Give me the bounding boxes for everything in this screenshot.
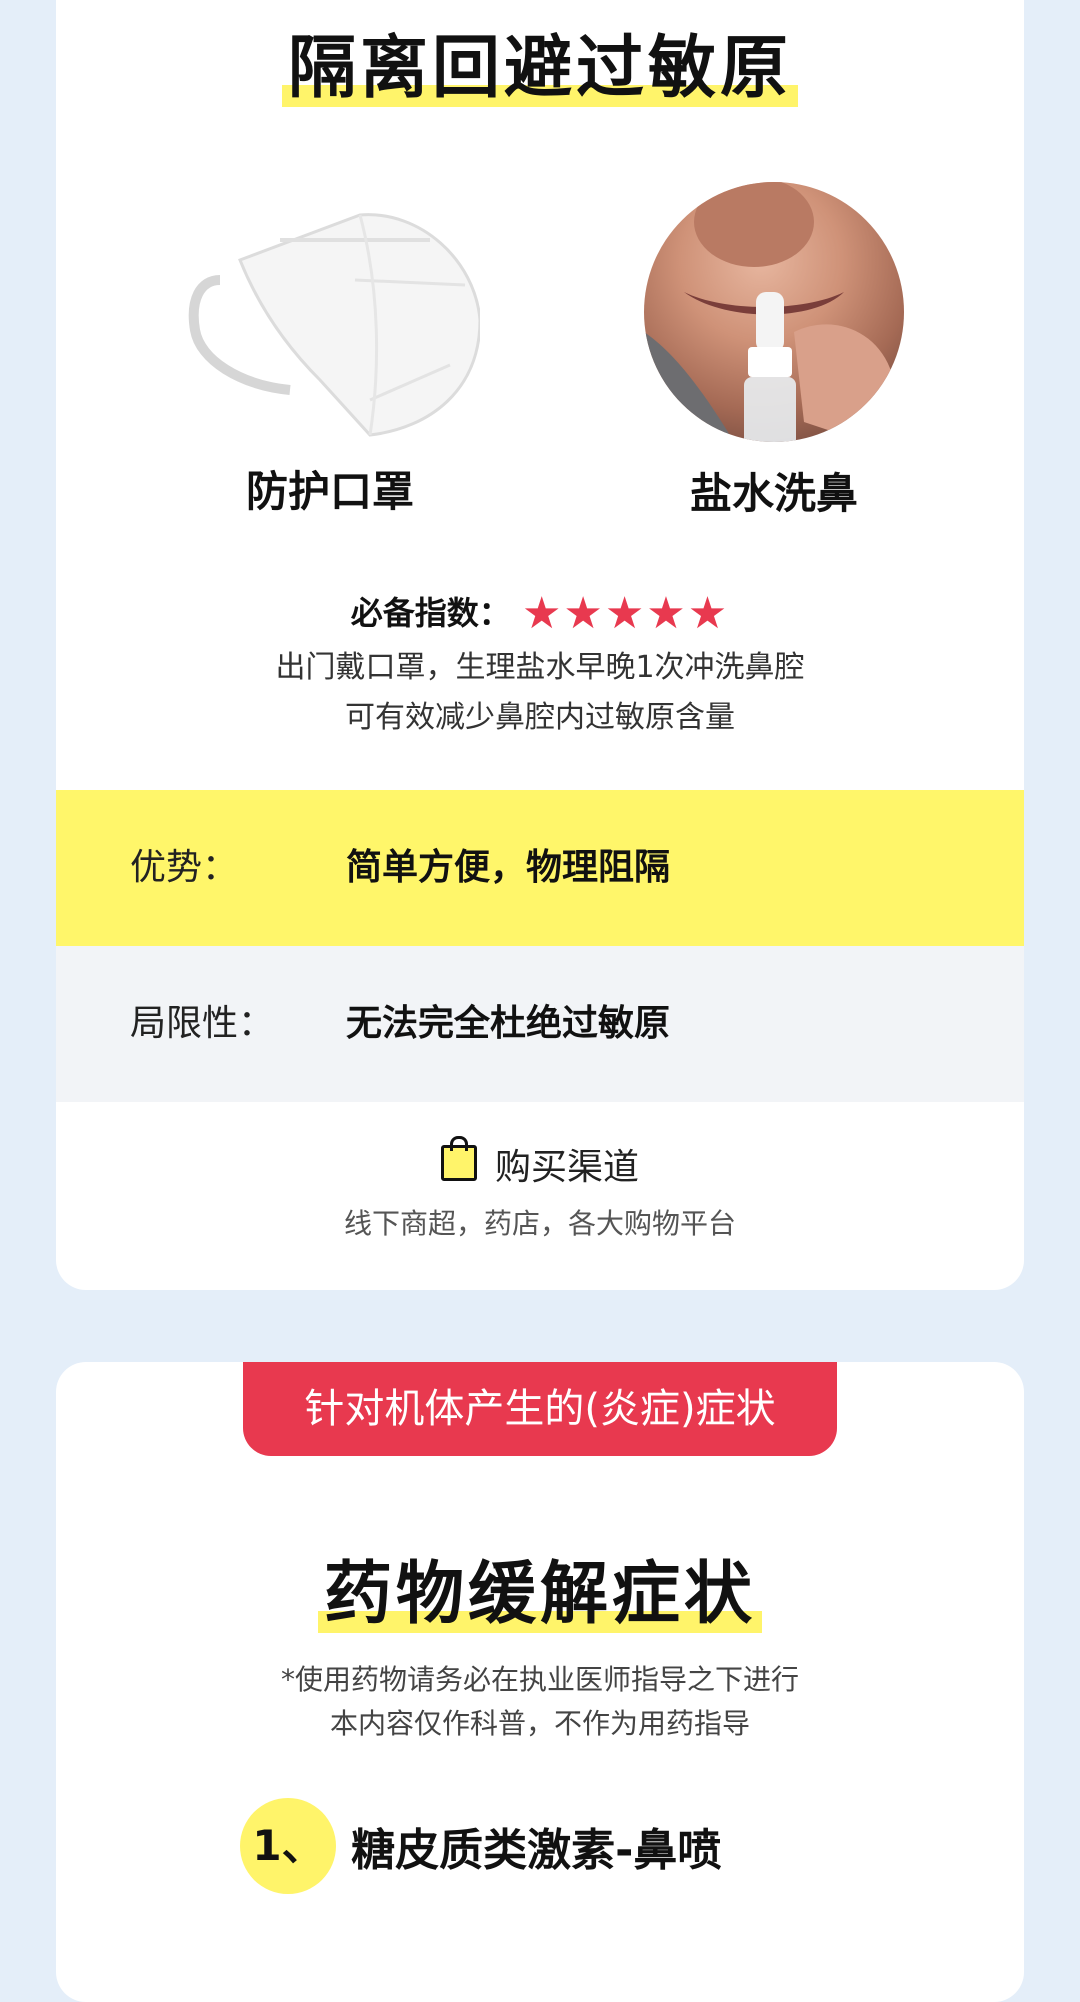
item-number: 1、 xyxy=(240,1798,336,1894)
nasal-spray-photo xyxy=(644,182,904,442)
description-line: 可有效减少鼻腔内过敏原含量 xyxy=(345,700,735,735)
advantage-value: 简单方便，物理阻隔 xyxy=(346,847,671,888)
disclaimer-line: 本内容仅作科普，不作为用药指导 xyxy=(329,1707,750,1740)
drug-item[interactable]: 1、 糖皮质类激素-鼻喷 xyxy=(240,1798,721,1894)
purchase-channels-text: 线下商超，药店，各大购物平台 xyxy=(343,1207,736,1240)
limitation-value: 无法完全杜绝过敏原 xyxy=(346,1003,671,1044)
shopping-bag-icon xyxy=(440,1136,477,1181)
essential-rating: 必备指数： ★★★★★ xyxy=(56,588,1024,639)
description-line: 出门戴口罩，生理盐水早晚1次冲洗鼻腔 xyxy=(275,650,805,685)
section-title: 药物缓解症状 xyxy=(317,1538,763,1637)
product-nasal-wash[interactable]: 盐水洗鼻 xyxy=(604,182,944,521)
face-mask-image xyxy=(180,170,482,440)
limitation-key: 局限性： xyxy=(130,1003,275,1044)
limitation-row: 局限性： 无法完全杜绝过敏原 xyxy=(56,946,1024,1102)
disclaimer-line: *使用药物请务必在执业医师指导之下进行 xyxy=(280,1663,799,1696)
purchase-title: 购买渠道 xyxy=(494,1147,639,1188)
advantage-row: 优势： 简单方便，物理阻隔 xyxy=(56,790,1024,946)
rating-label: 必备指数： xyxy=(350,594,511,632)
section-title: 隔离回避过敏原 xyxy=(281,12,799,111)
symptom-tag: 针对机体产生的(炎症)症状 xyxy=(243,1362,837,1456)
product-label: 盐水洗鼻 xyxy=(689,469,858,518)
product-mask[interactable]: 防护口罩 xyxy=(160,170,500,519)
star-rating-icon: ★★★★★ xyxy=(521,588,730,639)
item-name: 糖皮质类激素-鼻喷 xyxy=(351,1825,722,1876)
allergen-avoidance-card: 隔离回避过敏原 防护口罩 盐水洗鼻 必备指数： ★★★★★ 出门戴口罩，生理盐水… xyxy=(56,0,1024,1290)
product-label: 防护口罩 xyxy=(245,467,414,516)
description: 出门戴口罩，生理盐水早晚1次冲洗鼻腔 可有效减少鼻腔内过敏原含量 xyxy=(56,643,1024,743)
medication-card: 针对机体产生的(炎症)症状 药物缓解症状 *使用药物请务必在执业医师指导之下进行… xyxy=(56,1362,1024,2002)
medication-disclaimer: *使用药物请务必在执业医师指导之下进行 本内容仅作科普，不作为用药指导 xyxy=(56,1658,1024,1746)
purchase-channels[interactable]: 购买渠道 线下商超，药店，各大购物平台 xyxy=(56,1136,1024,1242)
advantage-key: 优势： xyxy=(130,847,239,888)
